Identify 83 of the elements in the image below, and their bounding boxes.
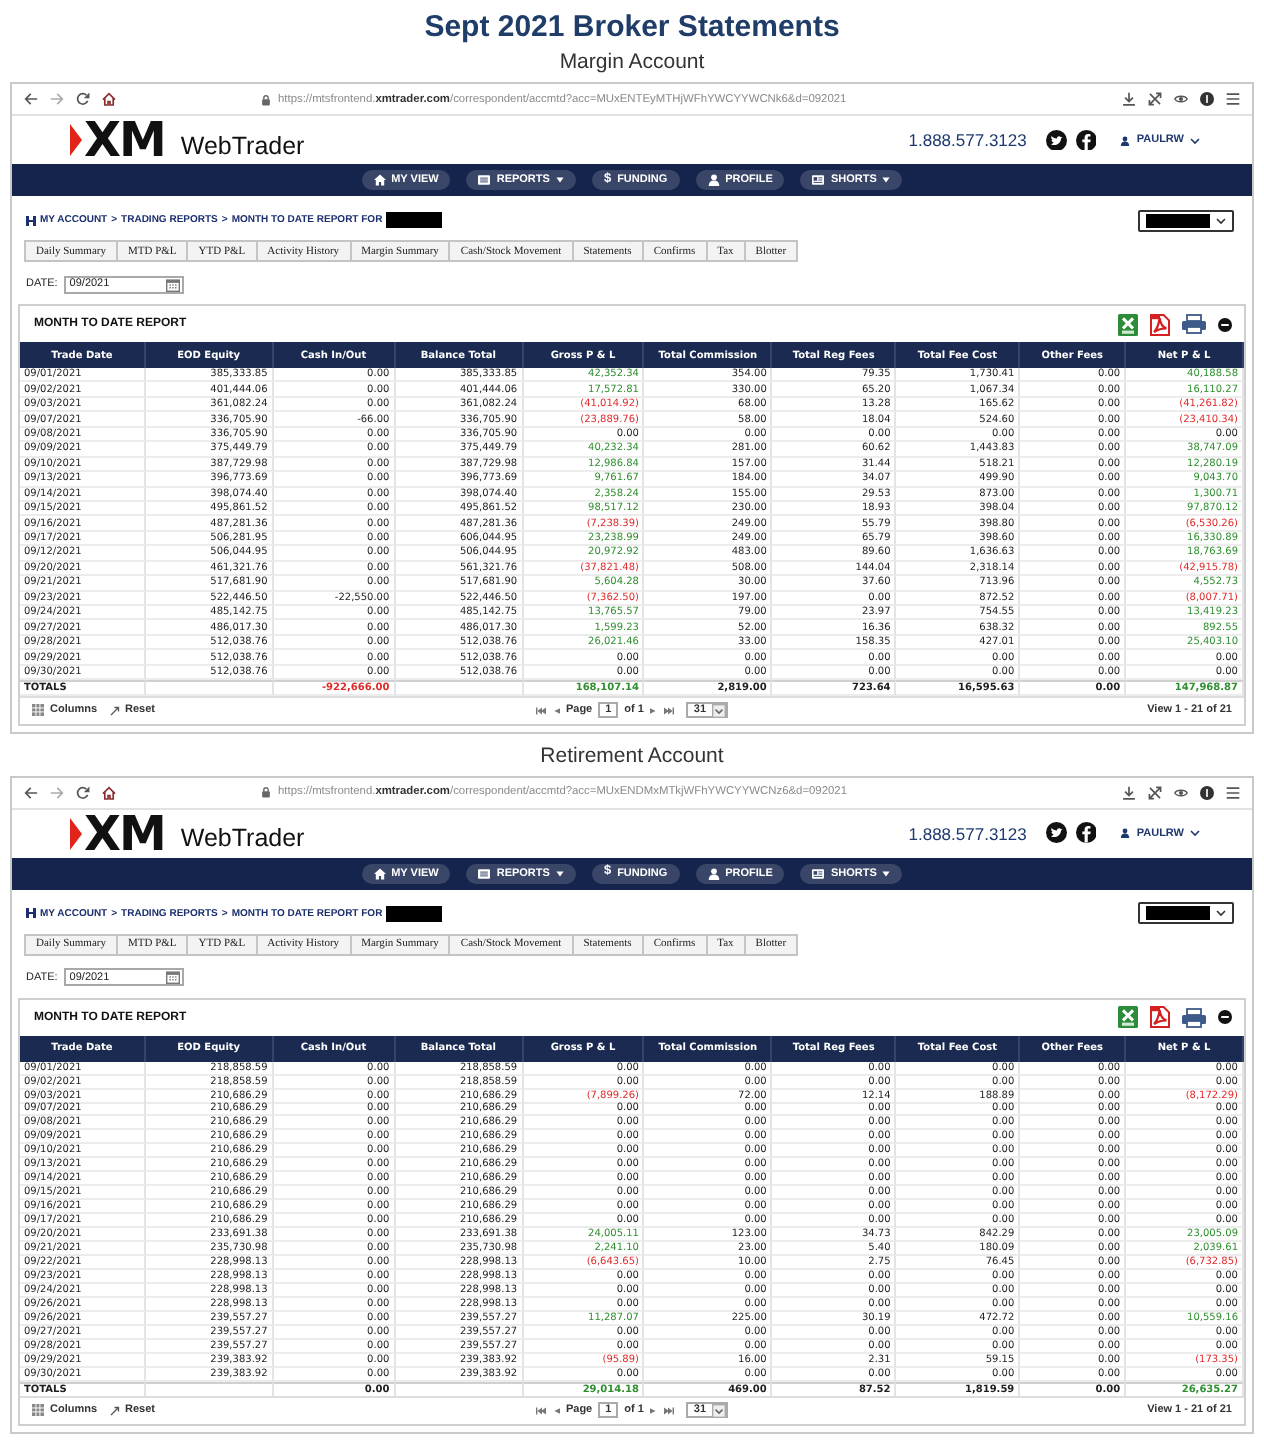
menu-icon[interactable] <box>1226 785 1240 800</box>
last-page-icon[interactable] <box>663 705 674 716</box>
chevron-logo-icon <box>70 124 82 156</box>
reload-icon[interactable] <box>76 785 90 800</box>
spreadsheet-icon[interactable] <box>1118 313 1138 335</box>
chevron-logo-icon <box>70 817 82 850</box>
last-page-icon[interactable] <box>663 1405 674 1415</box>
reload-icon[interactable] <box>76 92 90 106</box>
first-page-icon[interactable] <box>535 705 546 716</box>
grid-icon <box>32 704 44 717</box>
redaction-block <box>1146 906 1210 921</box>
card-icon <box>812 867 825 880</box>
eye-icon[interactable] <box>1174 785 1188 800</box>
printer-icon[interactable] <box>1182 1007 1206 1028</box>
caret-icon <box>1216 215 1226 225</box>
product-name: WebTrader <box>180 131 305 159</box>
first-page-icon[interactable] <box>535 1405 546 1415</box>
home-icon <box>373 867 386 880</box>
pdf-file-icon[interactable] <box>1150 313 1170 335</box>
account-caption: Retirement Account <box>540 743 724 770</box>
bird-icon[interactable] <box>1046 822 1068 844</box>
next-page-icon[interactable] <box>649 705 658 716</box>
grid-icon <box>32 1404 44 1416</box>
eye-icon[interactable] <box>1174 92 1188 106</box>
logo-text: XM <box>84 116 165 164</box>
lock-icon <box>260 93 272 105</box>
info-circle-icon[interactable] <box>1200 785 1214 800</box>
facebook-icon[interactable] <box>1075 129 1097 151</box>
minus-circle-icon[interactable] <box>1218 317 1232 331</box>
previous-page-icon[interactable] <box>551 705 560 716</box>
back-arrow-icon[interactable] <box>24 785 38 800</box>
caret-icon <box>712 1403 727 1417</box>
redaction-block <box>1146 213 1210 227</box>
facebook-icon[interactable] <box>1075 822 1097 844</box>
next-page-icon[interactable] <box>649 1405 658 1415</box>
account-select[interactable] <box>1138 902 1234 925</box>
diagonal-arrow-icon <box>109 1405 120 1415</box>
pdf-file-icon[interactable] <box>1150 1006 1170 1029</box>
crossed-arrows-icon[interactable] <box>1148 785 1162 800</box>
menu-icon[interactable] <box>1226 92 1240 106</box>
minus-circle-icon[interactable] <box>1218 1010 1232 1025</box>
redaction-block <box>386 212 443 228</box>
redaction-block <box>386 905 443 922</box>
account-caption: Margin Account <box>559 50 705 76</box>
phone-number: 1.888.577.3123 <box>908 130 1027 150</box>
user-icon <box>707 867 720 880</box>
h-bars-icon <box>26 215 36 225</box>
empty-cell <box>395 1381 524 1398</box>
phone-number: 1.888.577.3123 <box>908 823 1027 844</box>
user-icon <box>707 174 720 186</box>
list-icon <box>478 867 491 880</box>
list-icon <box>478 174 491 186</box>
calendar-icon[interactable] <box>165 970 180 985</box>
home-icon[interactable] <box>102 92 116 106</box>
page-title: Sept 2021 Broker Statements <box>424 10 840 46</box>
caret-icon <box>712 703 727 718</box>
empty-cell <box>395 680 524 697</box>
h-bars-icon <box>26 908 36 919</box>
printer-icon[interactable] <box>1182 314 1206 334</box>
account-select[interactable] <box>1138 209 1234 231</box>
caret-icon <box>1190 135 1200 145</box>
user-icon <box>1120 828 1131 839</box>
home-icon[interactable] <box>102 785 116 800</box>
diagonal-arrow-icon <box>109 705 120 716</box>
lock-icon <box>260 786 272 799</box>
info-circle-icon[interactable] <box>1200 92 1214 106</box>
user-icon <box>1120 135 1131 145</box>
empty-cell <box>145 1381 274 1398</box>
previous-page-icon[interactable] <box>551 1405 560 1415</box>
caret-icon <box>1216 908 1226 919</box>
download-icon[interactable] <box>1122 92 1136 106</box>
spreadsheet-icon[interactable] <box>1118 1006 1138 1029</box>
logo-text: XM <box>84 809 165 858</box>
home-icon <box>373 174 386 186</box>
download-icon[interactable] <box>1122 785 1136 800</box>
bird-icon[interactable] <box>1046 129 1068 151</box>
caret-icon <box>1190 828 1200 839</box>
back-arrow-icon[interactable] <box>24 92 38 106</box>
empty-cell <box>145 680 274 697</box>
product-name: WebTrader <box>180 824 305 853</box>
card-icon <box>812 174 825 186</box>
crossed-arrows-icon[interactable] <box>1148 92 1162 106</box>
calendar-icon[interactable] <box>165 277 180 291</box>
